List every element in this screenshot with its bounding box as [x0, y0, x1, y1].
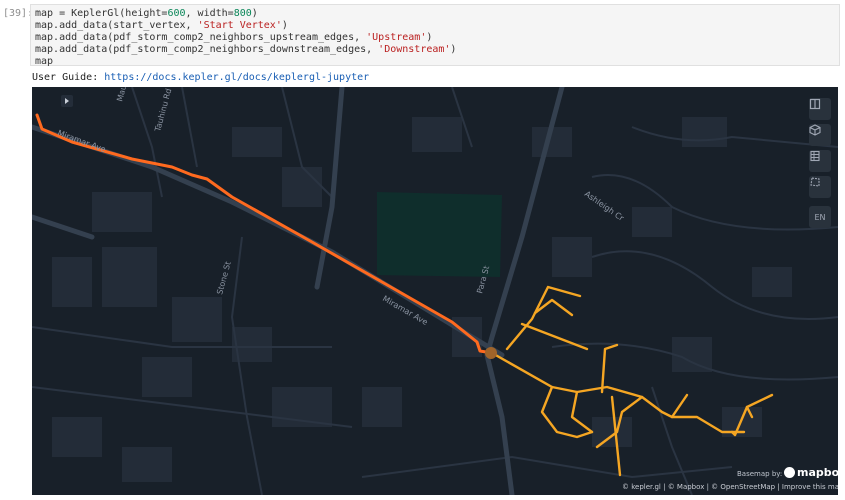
cell-prompt: [39]:	[3, 8, 34, 19]
street-label-mau: Mau	[115, 87, 128, 103]
map-attribution[interactable]: © kepler.gl | © Mapbox | © OpenStreetMap…	[622, 483, 838, 491]
polygon-icon	[810, 177, 820, 187]
3d-view-button[interactable]	[809, 124, 831, 146]
sidebar-expand-button[interactable]	[61, 95, 73, 107]
park-area	[377, 192, 502, 277]
mapbox-logo[interactable]: mapbox	[784, 466, 838, 479]
code-line-1: map = KeplerGl(height=600, width=800)	[35, 8, 258, 19]
code-line-5: map	[35, 56, 54, 67]
user-guide-label: User Guide:	[32, 72, 105, 83]
cube-icon	[809, 124, 821, 136]
legend-icon	[810, 150, 820, 162]
code-line-4: map.add_data(pdf_storm_comp2_neighbors_d…	[35, 44, 457, 55]
start-vertex[interactable]	[485, 347, 497, 359]
kepler-map[interactable]: Miramar Ave Miramar Ave Tauhinu Rd Stone…	[32, 87, 838, 495]
chevron-right-icon	[65, 98, 69, 104]
basemap-label: Basemap by:	[737, 470, 783, 478]
split-map-icon	[809, 98, 821, 110]
street-label-stone: Stone St	[215, 260, 232, 295]
mapbox-icon	[784, 467, 795, 478]
user-guide: User Guide: https://docs.kepler.gl/docs/…	[32, 72, 369, 84]
map-canvas[interactable]: Miramar Ave Miramar Ave Tauhinu Rd Stone…	[32, 87, 838, 495]
street-label-miramar-1: Miramar Ave	[56, 128, 107, 154]
draw-polygon-button[interactable]	[809, 176, 831, 198]
code-line-3: map.add_data(pdf_storm_comp2_neighbors_u…	[35, 32, 433, 43]
street-label-ashleigh: Ashleigh Cr	[583, 189, 626, 223]
street-label-tauhinu: Tauhinu Rd	[153, 88, 173, 134]
language-button[interactable]: EN	[809, 206, 831, 228]
user-guide-link[interactable]: https://docs.kepler.gl/docs/keplergl-jup…	[104, 72, 369, 83]
legend-button[interactable]	[809, 150, 831, 172]
split-map-button[interactable]	[809, 98, 831, 120]
mapbox-wordmark: mapbox	[797, 466, 838, 479]
code-line-2: map.add_data(start_vertex, 'Start Vertex…	[35, 20, 288, 31]
code-cell[interactable]: map = KeplerGl(height=600, width=800) ma…	[30, 4, 840, 67]
